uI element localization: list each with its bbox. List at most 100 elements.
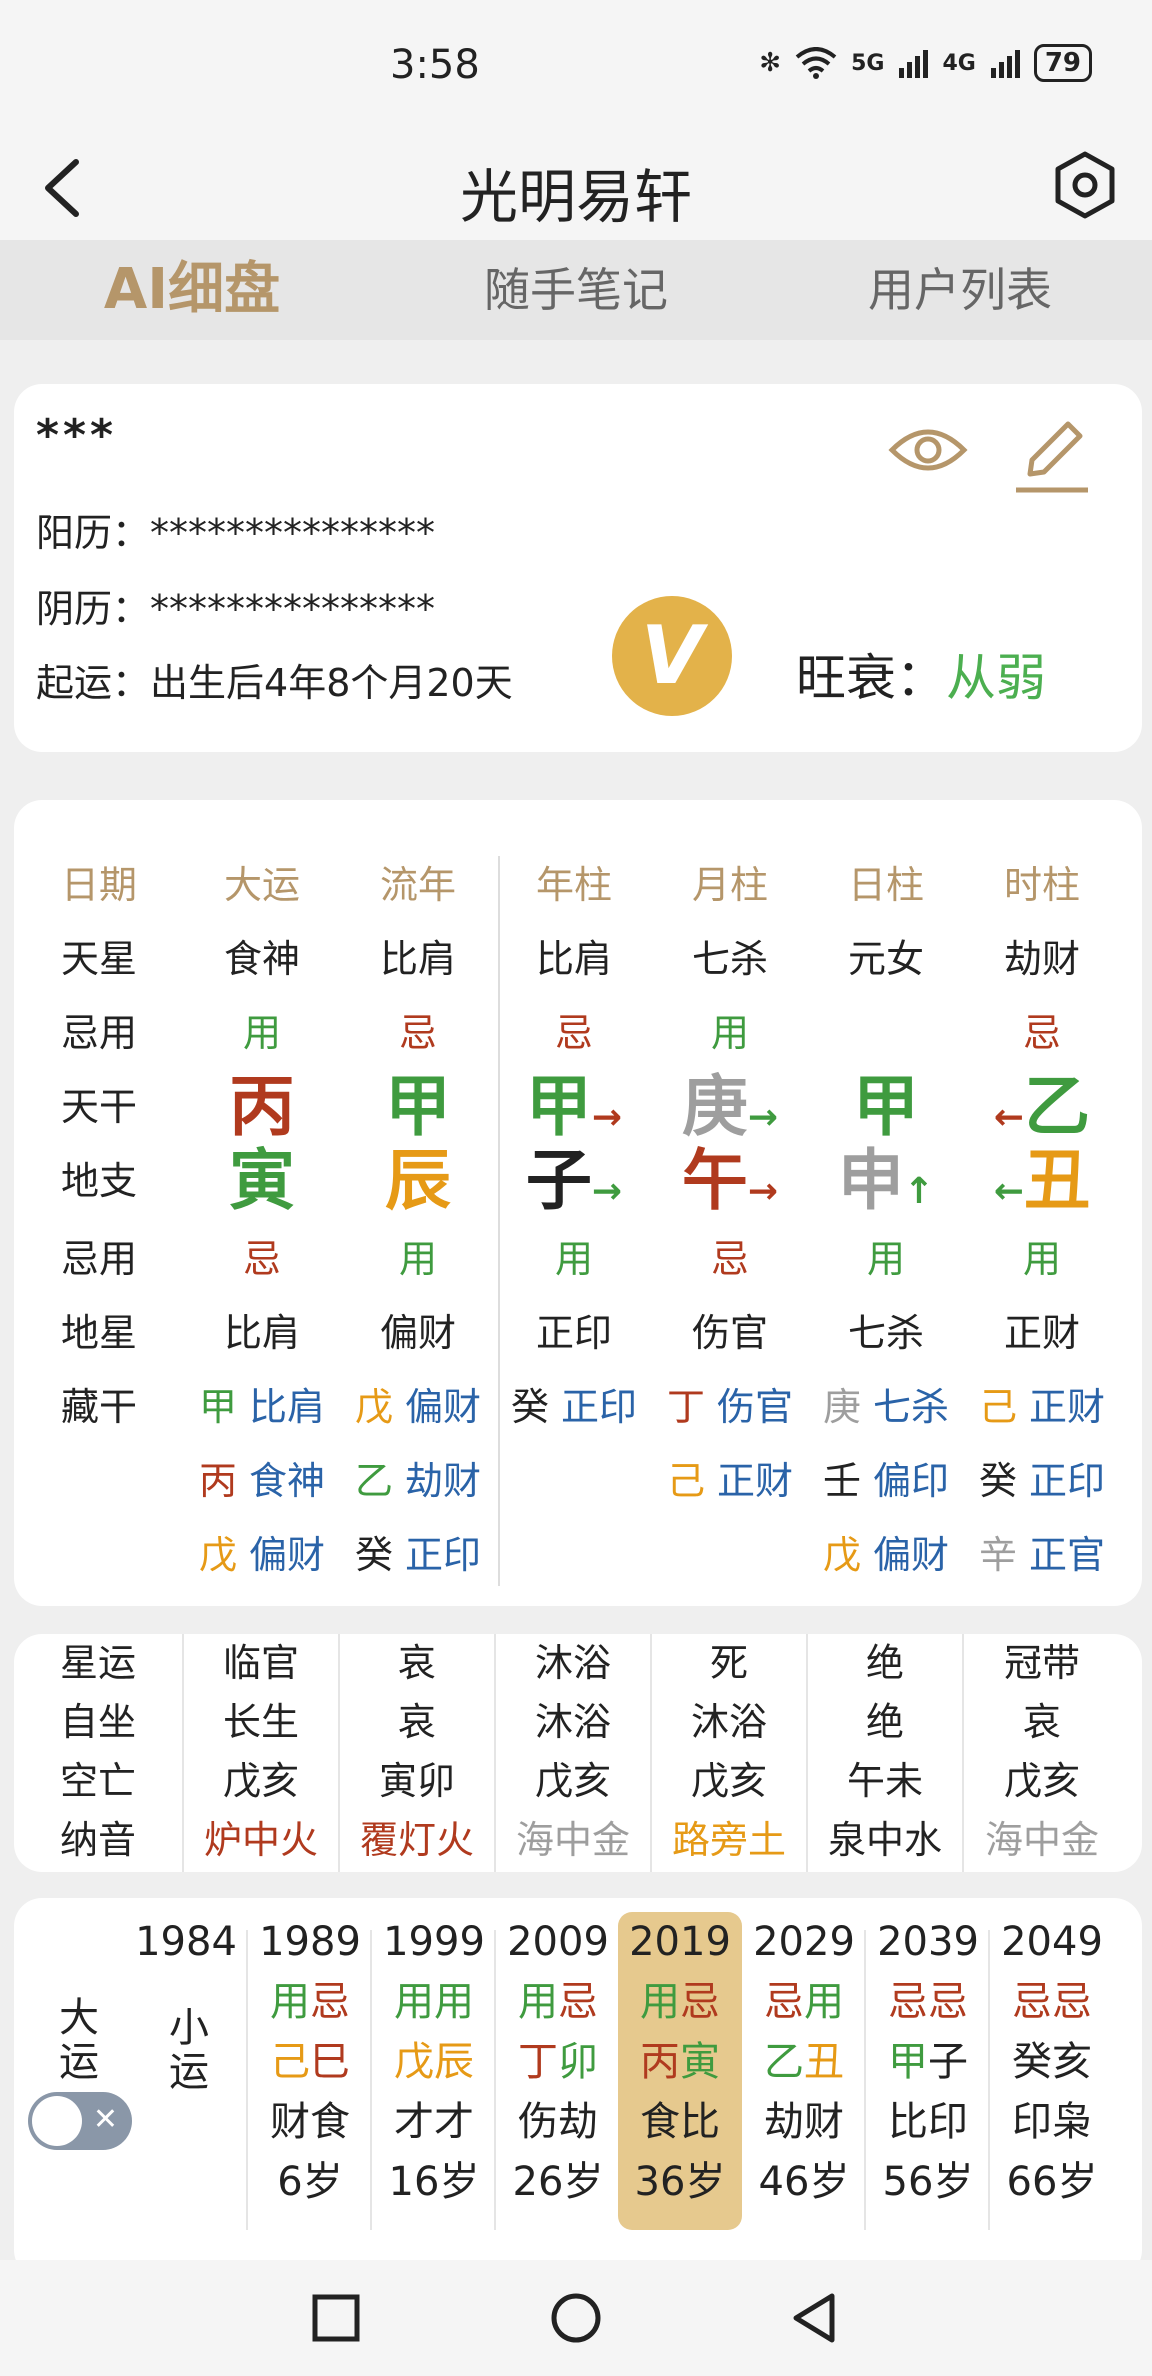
header-cell: 日期 [60, 863, 137, 907]
battery-icon: 79 [1033, 44, 1092, 82]
dayun-column[interactable]: 2039 忌忌 甲子 比印 56岁 [866, 1912, 990, 2212]
extra-label: 纳音 [59, 1818, 136, 1862]
profile-name: *** [36, 410, 118, 461]
jiyong-cell: 忌 [242, 1237, 281, 1281]
jiyong-1: 忌 [764, 1979, 804, 2025]
dayun-year: 2009 [507, 1919, 609, 1965]
dayun-jiyong: 用忌 [618, 1972, 742, 2032]
dayun-age: 66岁 [1006, 2159, 1098, 2205]
dayun-shishen: 劫财 [764, 2099, 844, 2145]
wifi-icon [795, 47, 837, 79]
arrow-right-icon: → [747, 1171, 779, 1212]
header-cell: 年柱 [535, 863, 612, 907]
lunar-label: 阴历： [36, 587, 151, 631]
dizhi-cell-wrap: 子→ [496, 1144, 652, 1218]
dayun-jiyong: 忌忌 [866, 1972, 990, 2032]
tab-notes[interactable]: 随手笔记 [384, 240, 768, 340]
dayun-ganzhi: 丙寅 [618, 2032, 742, 2092]
dayun-shishen: 比印 [888, 2099, 968, 2145]
strength-row: 旺衰：从弱 [796, 638, 1046, 710]
tiangan-cell-wrap: ←乙 [964, 1070, 1120, 1144]
kongwang-value: 戊亥 [534, 1759, 611, 1803]
dayun-age: 46岁 [758, 2159, 850, 2205]
canggan-stem: 丙 [198, 1459, 237, 1503]
lunar-date-row: 阴历：*************** [36, 578, 435, 633]
tab-user-list[interactable]: 用户列表 [768, 240, 1152, 340]
jiyong-cell: 用 [866, 1237, 905, 1281]
header-cell: 月柱 [691, 863, 768, 907]
zizuo-value: 长生 [222, 1700, 299, 1744]
dayun-column[interactable]: 1999 用用 戊辰 才才 16岁 [372, 1912, 496, 2212]
solar-value: *************** [150, 511, 436, 555]
home-circle-icon[interactable] [550, 2292, 602, 2344]
header-cell: 大运 [223, 863, 300, 907]
zizuo-value: 沐浴 [534, 1700, 611, 1744]
canggan-shishen: 七杀 [873, 1385, 950, 1429]
dayun-column[interactable]: 2029 忌用 乙丑 劫财 46岁 [742, 1912, 866, 2212]
dizhi-cell: 辰 [385, 1142, 451, 1219]
dayun-column[interactable]: 2049 忌忌 癸亥 印枭 66岁 [990, 1912, 1114, 2212]
xingyun-value: 绝 [865, 1641, 904, 1685]
dixing-row: 地星 比肩 偏财 正印 伤官 七杀 正财 [14, 1296, 1142, 1370]
dayun-zhi: 巳 [310, 2039, 350, 2085]
row-label: 天星 [60, 937, 137, 981]
dayun-year: 2049 [1001, 1919, 1103, 1965]
dayun-ganzhi: 癸亥 [990, 2032, 1114, 2092]
zizuo-value: 哀 [1022, 1700, 1061, 1744]
tiangan-cell: 甲 [853, 1068, 919, 1145]
jiyong-1: 用 [640, 1979, 680, 2025]
extra-label: 自坐 [59, 1700, 136, 1744]
dayun-column-current[interactable]: 2019 用忌 丙寅 食比 36岁 [618, 1912, 742, 2230]
jiyong-1: 忌 [888, 1979, 928, 2025]
dayun-shishen: 才才 [394, 2099, 474, 2145]
jiyong-cell: 忌 [554, 1011, 593, 1055]
canggan-cell: 癸 正印 [496, 1370, 652, 1444]
extra-col: 冠带 哀 戊亥 海中金 [964, 1634, 1120, 1872]
vip-badge-icon[interactable]: V [612, 596, 732, 716]
nayin-value: 泉中水 [827, 1818, 942, 1862]
xiaoyun-label: 小运 [169, 2005, 209, 2095]
jiyong-cell: 用 [1022, 1237, 1061, 1281]
arrow-left-icon: ← [993, 1097, 1025, 1138]
jiyong-1: 忌 [1012, 1979, 1052, 2025]
dayun-column[interactable]: 2009 用忌 丁卯 伤劫 26岁 [496, 1912, 620, 2212]
tiangan-cell: 乙 [1024, 1068, 1091, 1145]
canggan-shishen: 偏财 [873, 1533, 950, 1577]
tab-ai-detail[interactable]: AI细盘 [0, 240, 384, 340]
canggan-row-3: 戊 偏财 癸 正印 戊 偏财 辛 正官 [14, 1518, 1142, 1592]
dixing-cell: 比肩 [223, 1311, 300, 1355]
dayun-column[interactable]: 1989 用忌 己巳 财食 6岁 [248, 1912, 372, 2212]
arrow-right-icon: → [591, 1097, 623, 1138]
dayun-toggle[interactable]: ✕ [28, 2092, 132, 2150]
jiyong-cell [808, 996, 964, 1070]
xingyun-value: 死 [709, 1641, 748, 1685]
dayun-jiyong: 忌忌 [990, 1972, 1114, 2032]
canggan-cell-empty [496, 1518, 652, 1592]
dayun-column[interactable]: 1984 [124, 1912, 248, 1972]
edit-pencil-icon[interactable] [1012, 418, 1092, 496]
dayun-gan: 丁 [518, 2039, 558, 2085]
dayun-gan: 乙 [764, 2039, 804, 2085]
header-cell: 时柱 [1003, 863, 1080, 907]
dayun-age: 56岁 [882, 2159, 974, 2205]
strength-label: 旺衰： [796, 649, 946, 707]
row-label: 地星 [60, 1311, 137, 1355]
jiyong-2: 忌 [1052, 1979, 1092, 2025]
back-triangle-icon[interactable] [790, 2292, 838, 2344]
jiyong-cell: 用 [242, 1011, 281, 1055]
canggan-cell: 己 正财 [964, 1370, 1120, 1444]
canggan-shishen: 比肩 [249, 1385, 326, 1429]
settings-hexagon-icon[interactable] [1050, 150, 1120, 220]
bluetooth-icon: ✻ [759, 48, 782, 78]
dixing-cell: 七杀 [847, 1311, 924, 1355]
dayun-shishen: 财食 [270, 2099, 350, 2145]
dizhi-cell: 申 [837, 1142, 904, 1219]
recents-square-icon[interactable] [312, 2294, 360, 2342]
dayun-age: 16岁 [388, 2159, 480, 2205]
canggan-stem: 癸 [510, 1385, 549, 1429]
eye-icon[interactable] [888, 422, 968, 478]
signal-4g-label: 4G [942, 50, 976, 76]
extra-label: 空亡 [59, 1759, 136, 1803]
canggan-cell: 乙 劫财 [340, 1444, 496, 1518]
dayun-gan: 丙 [640, 2039, 680, 2085]
